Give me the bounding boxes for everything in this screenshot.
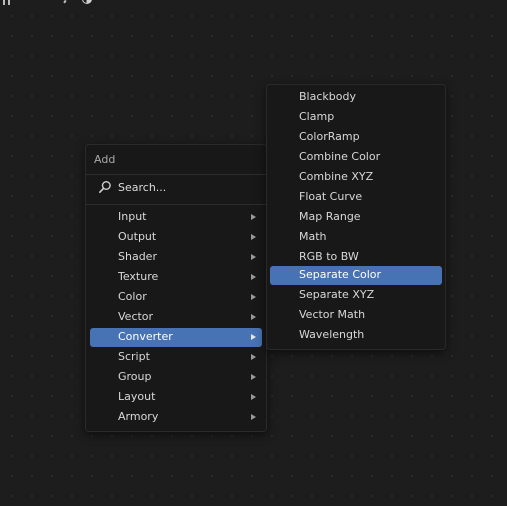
menu-item-vector[interactable]: Vector <box>90 308 262 327</box>
search-item[interactable]: Search... <box>90 178 262 198</box>
search-label: Search... <box>118 181 167 194</box>
header-icon-fragment <box>3 0 5 5</box>
menu-item-label: Float Curve <box>299 190 363 203</box>
menu-item-armory[interactable]: Armory <box>90 408 262 427</box>
menu-item-label: Input <box>118 210 147 223</box>
menu-item-separate-xyz[interactable]: Separate XYZ <box>270 286 442 305</box>
menu-item-label: Armory <box>118 410 159 423</box>
menu-item-label: RGB to BW <box>299 250 359 263</box>
menu-item-label: ColorRamp <box>299 130 360 143</box>
menu-item-separate-color[interactable]: Separate Color <box>270 266 442 285</box>
menu-item-label: Clamp <box>299 110 335 123</box>
menu-item-label: Combine XYZ <box>299 170 374 183</box>
menu-item-float-curve[interactable]: Float Curve <box>270 188 442 207</box>
globe-icon[interactable] <box>82 0 92 4</box>
menu-item-label: Script <box>118 350 150 363</box>
menu-item-blackbody[interactable]: Blackbody <box>270 88 442 107</box>
menu-item-input[interactable]: Input <box>90 208 262 227</box>
submenu-arrow-icon <box>251 214 256 220</box>
submenu-arrow-icon <box>251 394 256 400</box>
submenu-arrow-icon <box>251 334 256 340</box>
menu-item-label: Vector <box>118 310 154 323</box>
menu-item-label: Layout <box>118 390 156 403</box>
menu-separator <box>86 174 266 175</box>
menu-item-label: Color <box>118 290 147 303</box>
menu-item-output[interactable]: Output <box>90 228 262 247</box>
menu-item-label: Group <box>118 370 152 383</box>
submenu-arrow-icon <box>251 354 256 360</box>
menu-item-label: Output <box>118 230 157 243</box>
menu-item-colorramp[interactable]: ColorRamp <box>270 128 442 147</box>
menu-item-rgb-to-bw[interactable]: RGB to BW <box>270 248 442 267</box>
menu-item-label: Vector Math <box>299 308 366 321</box>
menu-item-label: Wavelength <box>299 328 365 341</box>
submenu-arrow-icon <box>251 414 256 420</box>
menu-item-group[interactable]: Group <box>90 368 262 387</box>
menu-item-label: Map Range <box>299 210 361 223</box>
menu-item-label: Math <box>299 230 327 243</box>
submenu-arrow-icon <box>251 274 256 280</box>
submenu-arrow-icon <box>251 374 256 380</box>
header-fragment <box>0 0 507 6</box>
submenu-arrow-icon <box>251 314 256 320</box>
menu-item-label: Converter <box>118 330 173 343</box>
menu-item-map-range[interactable]: Map Range <box>270 208 442 227</box>
submenu-arrow-icon <box>251 294 256 300</box>
menu-item-color[interactable]: Color <box>90 288 262 307</box>
menu-separator <box>86 204 266 205</box>
submenu-arrow-icon <box>251 234 256 240</box>
menu-item-label: Blackbody <box>299 90 356 103</box>
menu-item-wavelength[interactable]: Wavelength <box>270 326 442 345</box>
menu-item-label: Texture <box>118 270 159 283</box>
menu-item-label: Shader <box>118 250 157 263</box>
menu-item-label: Separate Color <box>299 268 382 281</box>
menu-item-layout[interactable]: Layout <box>90 388 262 407</box>
menu-item-label: Separate XYZ <box>299 288 375 301</box>
menu-item-math[interactable]: Math <box>270 228 442 247</box>
menu-item-clamp[interactable]: Clamp <box>270 108 442 127</box>
menu-title: Add <box>94 153 116 166</box>
menu-item-converter[interactable]: Converter <box>90 328 262 347</box>
menu-item-combine-xyz[interactable]: Combine XYZ <box>270 168 442 187</box>
menu-item-texture[interactable]: Texture <box>90 268 262 287</box>
menu-item-script[interactable]: Script <box>90 348 262 367</box>
menu-item-vector-math[interactable]: Vector Math <box>270 306 442 325</box>
search-icon <box>98 181 111 193</box>
menu-item-combine-color[interactable]: Combine Color <box>270 148 442 167</box>
header-icon-fragment <box>8 0 10 5</box>
converter-submenu: Blackbody Clamp ColorRamp Combine Color … <box>266 84 446 350</box>
add-menu: Add Search... Input Output Shader Textur… <box>85 144 267 432</box>
menu-item-label: Combine Color <box>299 150 381 163</box>
submenu-arrow-icon <box>251 254 256 260</box>
header-icon-fragment <box>63 0 67 4</box>
menu-item-shader[interactable]: Shader <box>90 248 262 267</box>
